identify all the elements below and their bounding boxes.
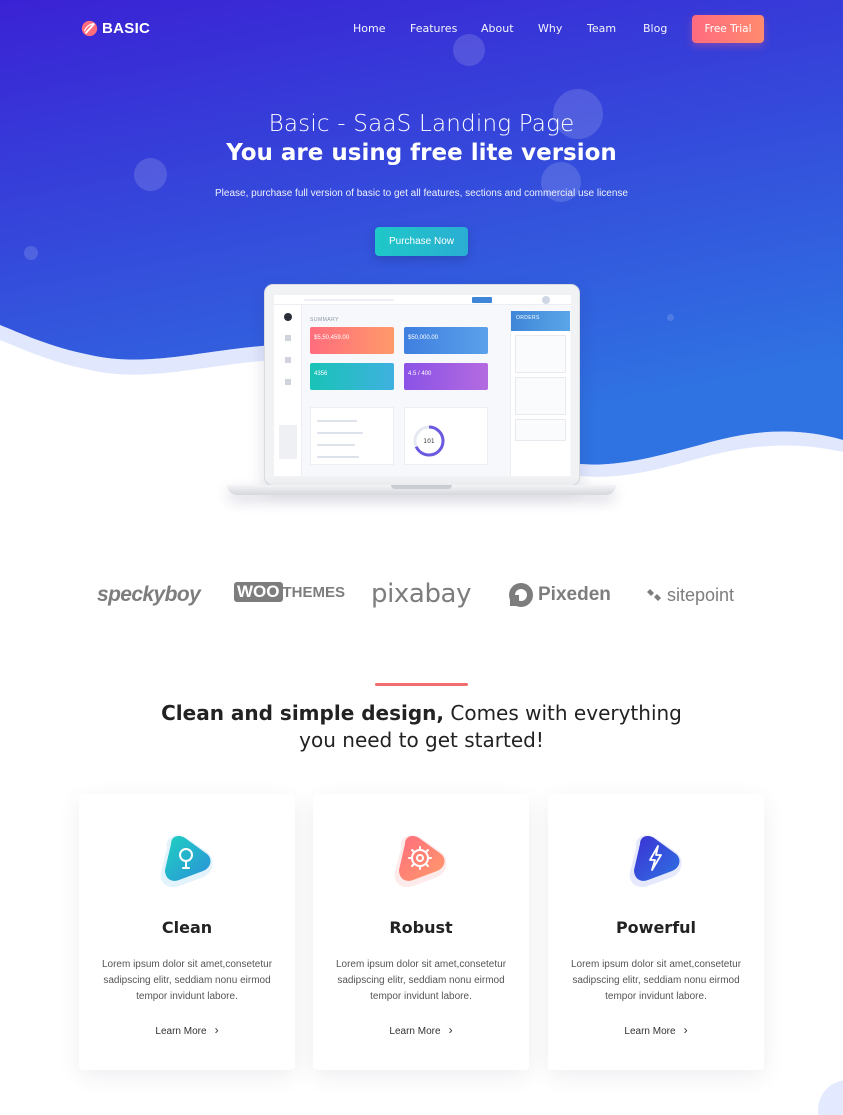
list-line: [317, 420, 357, 422]
sitepoint-icon: [647, 585, 661, 605]
brand-name: sitepoint: [667, 584, 735, 605]
feature-description: Lorem ipsum dolor sit amet,consetetur sa…: [335, 959, 507, 1002]
accent-divider: [375, 683, 468, 686]
brand-logo-pixabay: pixabay: [371, 579, 471, 609]
hero-section: BASIC Home Features About Why Team Blog …: [0, 0, 843, 520]
laptop-screen: SUMMARY $5,50,459.00 $50,000.00 4356 4.5…: [264, 284, 580, 486]
stat-card: 4356: [310, 363, 394, 390]
purchase-now-button[interactable]: Purchase Now: [375, 227, 468, 256]
search-bar: [304, 299, 394, 301]
section-heading-bold: Clean and simple design,: [161, 701, 445, 725]
free-trial-button[interactable]: Free Trial: [692, 15, 764, 43]
brand-name: Pixeden: [538, 584, 611, 605]
sidebar-icon: [284, 313, 292, 321]
brand-name: THEMES: [282, 583, 346, 601]
learn-more-link[interactable]: Learn More ›: [79, 1023, 295, 1037]
logo-text: BASIC: [102, 20, 151, 37]
feature-title: Robust: [389, 918, 453, 937]
hero-subtitle: You are using free lite version: [226, 140, 617, 166]
decor-bubble: [24, 246, 38, 260]
brand-logo-woothemes: WOO THEMES: [234, 582, 345, 602]
gear-icon: [394, 835, 447, 888]
nav-link-why[interactable]: Why: [538, 22, 562, 35]
learn-more-link[interactable]: Learn More ›: [548, 1023, 764, 1037]
feature-card-clean: Clean Lorem ipsum dolor sit amet,consete…: [79, 794, 295, 1070]
laptop-notch: [391, 485, 452, 489]
learn-more-label: Learn More: [624, 1026, 676, 1037]
nav-link-about[interactable]: About: [481, 22, 514, 35]
feature-title: Powerful: [615, 918, 697, 937]
stat-value: 4.5 / 400: [408, 371, 432, 377]
chart-panel: 101: [404, 407, 488, 465]
stat-card: 4.5 / 400: [404, 363, 488, 390]
topbar-button: [472, 297, 492, 303]
order-card: [515, 377, 566, 415]
stat-value: $5,50,459.00: [314, 335, 350, 341]
stat-value: 4356: [314, 371, 328, 377]
stat-value: $50,000.00: [408, 335, 439, 341]
sidebar-icon: [285, 357, 291, 363]
feature-description: Lorem ipsum dolor sit amet,consetetur sa…: [570, 959, 742, 1002]
orders-panel: ORDERS: [510, 311, 570, 476]
chevron-right-icon: ›: [683, 1023, 688, 1037]
feature-description: Lorem ipsum dolor sit amet,consetetur sa…: [101, 959, 273, 1002]
nav-link-features[interactable]: Features: [410, 22, 457, 35]
nav-link-team[interactable]: Team: [587, 22, 616, 35]
donut-chart: 101: [413, 425, 445, 457]
nav-link-home[interactable]: Home: [353, 22, 385, 35]
chevron-right-icon: ›: [214, 1023, 219, 1037]
pixeden-icon: [509, 583, 533, 607]
brand-mark: WOO: [234, 582, 283, 602]
lightbulb-icon: [160, 835, 213, 888]
order-card: [515, 419, 566, 441]
order-card: [515, 335, 566, 373]
dashboard-preview: SUMMARY $5,50,459.00 $50,000.00 4356 4.5…: [274, 295, 571, 476]
stat-card: $50,000.00: [404, 327, 488, 354]
list-line: [317, 444, 355, 446]
top-navigation: BASIC Home Features About Why Team Blog …: [0, 0, 843, 60]
avatar: [542, 296, 550, 304]
brand-name: pixabay: [371, 579, 472, 609]
sidebar-icon: [285, 335, 291, 341]
dashboard-sidebar: [274, 305, 302, 476]
hero-title: Basic - SaaS Landing Page: [268, 111, 575, 137]
bolt-icon: [629, 835, 682, 888]
sidebar-promo: [279, 425, 297, 459]
sidebar-icon: [285, 379, 291, 385]
partner-logos: speckyboy WOO THEMES pixabay Pixeden sit…: [0, 572, 843, 622]
feature-title: Clean: [161, 918, 213, 937]
logo-leaf-icon: [81, 20, 98, 37]
decor-bubble: [667, 314, 674, 321]
stat-card: $5,50,459.00: [310, 327, 394, 354]
brand-logo-pixeden: Pixeden: [508, 582, 611, 608]
corner-decoration: [818, 1080, 843, 1115]
laptop-mockup: SUMMARY $5,50,459.00 $50,000.00 4356 4.5…: [227, 284, 616, 499]
brand-logo-sitepoint: sitepoint: [645, 584, 734, 606]
logo[interactable]: BASIC: [81, 20, 150, 37]
list-panel: [310, 407, 394, 465]
orders-header: ORDERS: [511, 311, 570, 331]
dashboard-summary-label: SUMMARY: [310, 317, 339, 323]
learn-more-link[interactable]: Learn More ›: [313, 1023, 529, 1037]
list-line: [317, 456, 359, 458]
feature-card-robust: Robust Lorem ipsum dolor sit amet,conset…: [313, 794, 529, 1070]
brand-logo-speckyboy: speckyboy: [97, 583, 201, 607]
list-line: [317, 432, 363, 434]
hero-description: Please, purchase full version of basic t…: [215, 188, 628, 199]
section-heading: Clean and simple design, Comes with ever…: [140, 700, 703, 754]
dashboard-topbar: [274, 295, 571, 305]
donut-value: 101: [423, 438, 435, 445]
learn-more-label: Learn More: [389, 1026, 441, 1037]
nav-link-blog[interactable]: Blog: [643, 22, 667, 35]
learn-more-label: Learn More: [155, 1026, 207, 1037]
brand-name: speckyboy: [97, 583, 201, 606]
feature-card-powerful: Powerful Lorem ipsum dolor sit amet,cons…: [548, 794, 764, 1070]
chevron-right-icon: ›: [448, 1023, 453, 1037]
